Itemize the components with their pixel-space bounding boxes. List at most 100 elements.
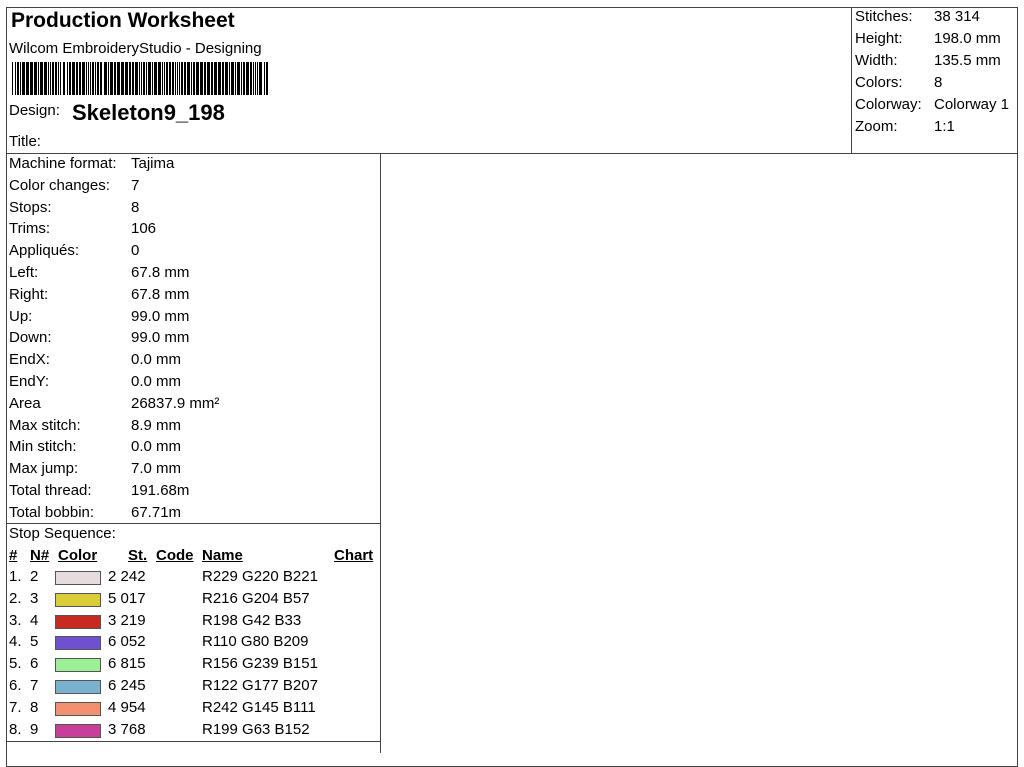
info-value: 0 bbox=[131, 242, 140, 260]
info-value: 67.8 mm bbox=[131, 264, 190, 281]
info-value: 99.0 mm bbox=[131, 307, 190, 325]
color-swatch bbox=[55, 571, 101, 585]
row-color-name: R110 G80 B209 bbox=[202, 633, 309, 651]
column-header-color: Color bbox=[58, 547, 98, 564]
row-stitches: 3 219 bbox=[108, 611, 146, 629]
row-color-name: R156 G239 B151 bbox=[202, 655, 318, 673]
color-swatch bbox=[55, 614, 101, 629]
row-index: 3. bbox=[9, 611, 22, 629]
info-label: EndX: bbox=[9, 351, 50, 369]
row-stitches: 2 242 bbox=[108, 568, 146, 585]
stop-sequence-title: Stop Sequence: bbox=[9, 525, 116, 542]
color-swatch bbox=[55, 592, 101, 607]
row-index: 4. bbox=[9, 633, 22, 651]
info-label: Total bobbin: bbox=[9, 503, 95, 521]
stat-row: Width: 135.5 mm bbox=[855, 52, 1018, 74]
info-row: EndY: 0.0 mm bbox=[9, 373, 379, 394]
column-header-name: Name bbox=[202, 547, 243, 564]
row-needle: 5 bbox=[30, 633, 39, 651]
stats-divider bbox=[851, 7, 852, 153]
stat-value: 135.5 mm bbox=[934, 52, 1001, 69]
info-row: Total bobbin: 67.71m bbox=[9, 504, 379, 525]
row-color-name: R216 G204 B57 bbox=[202, 589, 310, 607]
color-swatch bbox=[55, 658, 101, 673]
info-row: Stops: 8 bbox=[9, 199, 379, 220]
color-swatch bbox=[55, 701, 101, 716]
stat-value: 198.0 mm bbox=[934, 30, 1001, 47]
info-label: Right: bbox=[9, 285, 49, 303]
info-value: Tajima bbox=[131, 155, 175, 172]
info-label: Stops: bbox=[9, 198, 52, 216]
info-value: 7 bbox=[131, 176, 140, 194]
table-row: 1. 2 2 242 R229 G220 B221 bbox=[0, 568, 380, 589]
row-index: 2. bbox=[9, 589, 22, 607]
info-row: Appliqués: 0 bbox=[9, 242, 379, 263]
info-row: Machine format: Tajima bbox=[9, 155, 379, 176]
table-row: 6. 7 6 245 R122 G177 B207 bbox=[0, 677, 380, 698]
info-row: Up: 99.0 mm bbox=[9, 308, 379, 329]
info-row: Left: 67.8 mm bbox=[9, 264, 379, 285]
color-swatch bbox=[55, 723, 101, 738]
table-row: 3. 4 3 219 R198 G42 B33 bbox=[0, 612, 380, 633]
barcode bbox=[12, 62, 268, 95]
title-label: Title: bbox=[9, 133, 41, 150]
info-label: Up: bbox=[9, 307, 33, 325]
stat-label: Height: bbox=[855, 30, 903, 47]
row-needle: 6 bbox=[30, 655, 39, 673]
info-label: Appliqués: bbox=[9, 242, 80, 260]
info-label: EndY: bbox=[9, 373, 50, 390]
row-index: 5. bbox=[9, 655, 22, 673]
info-row: Max stitch: 8.9 mm bbox=[9, 417, 379, 438]
row-needle: 2 bbox=[30, 568, 39, 585]
row-needle: 9 bbox=[30, 720, 39, 738]
table-row: 4. 5 6 052 R110 G80 B209 bbox=[0, 633, 380, 654]
info-label: Left: bbox=[9, 264, 39, 281]
info-value: 8 bbox=[131, 198, 140, 216]
stat-row: Colors: 8 bbox=[855, 74, 1018, 96]
info-row: Down: 99.0 mm bbox=[9, 329, 379, 350]
column-header-chart: Chart bbox=[334, 547, 374, 564]
info-label: Area bbox=[9, 394, 41, 412]
row-color-name: R198 G42 B33 bbox=[202, 611, 302, 629]
table-row: 8. 9 3 768 R199 G63 B152 bbox=[0, 721, 380, 742]
header-divider bbox=[6, 153, 1018, 154]
stat-row: Zoom: 1:1 bbox=[855, 118, 1018, 140]
info-label: Trims: bbox=[9, 220, 51, 238]
info-value: 0.0 mm bbox=[131, 351, 182, 369]
info-label: Max stitch: bbox=[9, 416, 81, 434]
stat-value: Colorway 1 bbox=[934, 96, 1010, 113]
info-label: Max jump: bbox=[9, 460, 79, 478]
column-header-stitches: St. bbox=[128, 547, 148, 564]
row-needle: 8 bbox=[30, 698, 39, 716]
column-header-code: Code bbox=[156, 547, 194, 564]
table-row: 5. 6 6 815 R156 G239 B151 bbox=[0, 655, 380, 676]
info-row: Color changes: 7 bbox=[9, 177, 379, 198]
row-needle: 4 bbox=[30, 611, 39, 629]
info-value: 0.0 mm bbox=[131, 438, 182, 456]
table-row: 7. 8 4 954 R242 G145 B111 bbox=[0, 699, 380, 720]
stat-label: Stitches: bbox=[855, 8, 913, 25]
info-value: 191.68m bbox=[131, 482, 190, 499]
row-needle: 3 bbox=[30, 589, 39, 607]
column-header-needle: N# bbox=[30, 547, 50, 564]
row-stitches: 5 017 bbox=[108, 589, 146, 607]
row-color-name: R242 G145 B111 bbox=[202, 698, 316, 716]
stat-row: Stitches: 38 314 bbox=[855, 8, 1018, 30]
row-stitches: 4 954 bbox=[108, 698, 146, 716]
info-value: 106 bbox=[131, 220, 157, 238]
stat-value: 1:1 bbox=[934, 118, 955, 135]
design-label: Design: bbox=[9, 102, 60, 119]
stat-label: Colorway: bbox=[855, 96, 922, 113]
row-color-name: R122 G177 B207 bbox=[202, 677, 318, 694]
info-row: Trims: 106 bbox=[9, 220, 379, 241]
stat-row: Height: 198.0 mm bbox=[855, 30, 1018, 52]
info-value: 8.9 mm bbox=[131, 416, 182, 434]
stat-label: Zoom: bbox=[855, 118, 898, 135]
stat-value: 8 bbox=[934, 74, 943, 91]
row-index: 7. bbox=[9, 698, 22, 716]
info-label: Color changes: bbox=[9, 176, 110, 194]
row-stitches: 3 768 bbox=[108, 720, 146, 738]
color-swatch bbox=[55, 680, 101, 694]
row-stitches: 6 815 bbox=[108, 655, 146, 673]
info-row: Right: 67.8 mm bbox=[9, 286, 379, 307]
